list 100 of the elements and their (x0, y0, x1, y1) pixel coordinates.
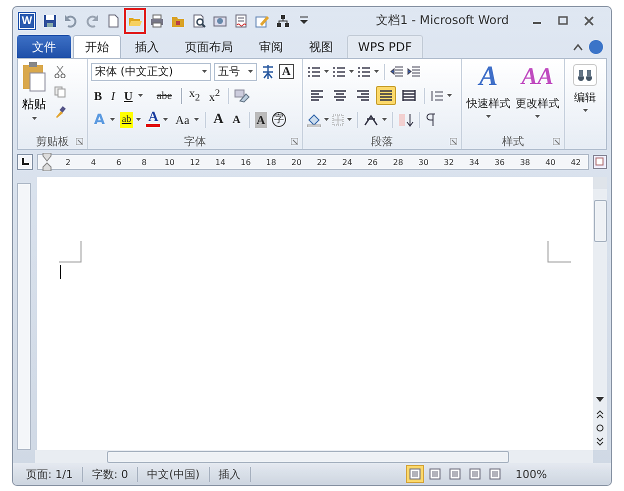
scroll-thumb[interactable] (594, 200, 606, 242)
view-button[interactable] (406, 465, 424, 483)
caret-icon[interactable] (382, 118, 387, 121)
format-button[interactable]: x$_{2}$ (186, 84, 203, 106)
decrease-indent-icon[interactable] (390, 66, 404, 78)
format-button[interactable]: 字 (271, 112, 288, 127)
align-lines-icon (310, 89, 324, 102)
collapse-ribbon-icon[interactable] (573, 43, 583, 51)
format-button[interactable]: A (205, 112, 227, 128)
ribbon-tab[interactable]: WPS PDF (347, 35, 423, 58)
status-item[interactable]: 字数: 0 (82, 466, 138, 482)
numbered-list-icon[interactable] (332, 66, 346, 78)
close-icon[interactable] (583, 16, 595, 26)
ruler-number: 32 (442, 158, 455, 166)
caret-icon[interactable] (349, 70, 354, 73)
caret-icon[interactable] (32, 117, 36, 120)
caret-icon[interactable] (447, 94, 452, 97)
scissors-icon[interactable] (54, 66, 66, 78)
ribbon-tab[interactable]: 开始 (73, 35, 121, 58)
open-folder-button[interactable] (124, 8, 146, 34)
hierarchy-chart-icon (276, 14, 290, 28)
font-size-dropdown[interactable]: 五号 (214, 62, 257, 80)
paste-button[interactable]: 粘贴 (22, 62, 46, 131)
caret-icon[interactable] (486, 115, 491, 118)
dialog-launcher-icon[interactable] (76, 138, 83, 145)
help-icon[interactable] (589, 40, 603, 54)
ribbon-tab[interactable]: 文件 (17, 35, 71, 58)
ruler-number: 16 (240, 158, 252, 166)
ribbon-tab[interactable]: 视图 (297, 35, 345, 58)
spelling-page-icon (234, 14, 248, 28)
redo-arrow-icon (85, 14, 99, 28)
binoculars-icon (573, 64, 597, 86)
caret-icon[interactable] (347, 118, 352, 121)
format-button[interactable]: U (121, 88, 144, 104)
dialog-launcher-icon[interactable] (553, 138, 560, 145)
copy-pages-icon[interactable] (54, 86, 66, 98)
ruler-number: 30 (417, 158, 430, 166)
ruler-number: 14 (214, 158, 226, 166)
increase-indent-icon[interactable] (407, 66, 421, 78)
horizontal-scroll-thumb[interactable] (107, 450, 509, 462)
ruler-number: 24 (341, 158, 354, 166)
ribbon-tab[interactable]: 审阅 (247, 35, 295, 58)
format-button[interactable]: abe (146, 88, 183, 104)
caret-icon[interactable] (324, 118, 329, 121)
paragraph-mark-icon[interactable] (425, 112, 437, 126)
status-item[interactable]: 页面: 1/1 (17, 466, 83, 482)
ribbon-tab[interactable]: 页面布局 (173, 35, 245, 58)
style-button[interactable]: A 快速样式 (466, 62, 512, 131)
ruler-number: 36 (494, 158, 506, 166)
paintbrush-icon[interactable] (54, 106, 66, 118)
blank-page-icon (106, 14, 120, 28)
phonetic-guide-icon[interactable] (260, 64, 276, 80)
format-button[interactable]: B (91, 88, 106, 104)
view-layout-icon (428, 468, 441, 480)
ruler-number: 42 (570, 158, 582, 166)
format-button[interactable]: Aa (172, 112, 200, 128)
crop-mark-icon (547, 241, 571, 263)
ruler-number: 10 (163, 158, 176, 166)
status-item[interactable]: 中文(中国) (138, 466, 210, 482)
sort-az-icon[interactable] (398, 112, 414, 126)
editing-button[interactable]: 编辑 (572, 62, 598, 146)
style-button[interactable]: AA 更改样式 (514, 62, 560, 131)
caret-icon (163, 118, 168, 121)
align-lines-icon (333, 89, 347, 102)
caret-icon[interactable] (202, 70, 207, 73)
zoom-level[interactable]: 100% (516, 468, 547, 480)
character-border-button[interactable]: A (279, 64, 294, 79)
paint-bucket-icon[interactable] (307, 112, 321, 126)
line-spacing-icon[interactable] (430, 90, 444, 102)
caret-icon[interactable] (582, 109, 588, 112)
asian-layout-icon[interactable] (363, 114, 379, 126)
ruler-toggle-icon[interactable] (593, 155, 607, 169)
caret-icon[interactable] (374, 70, 379, 73)
caret-icon[interactable] (248, 70, 253, 73)
tab-selector[interactable] (17, 154, 33, 170)
view-layout-icon (448, 468, 461, 480)
clear-format-icon[interactable] (234, 88, 250, 102)
dialog-launcher-icon[interactable] (291, 138, 298, 145)
format-button[interactable]: I (108, 88, 118, 104)
format-button[interactable]: A (230, 112, 244, 128)
indent-marker-icon[interactable] (42, 153, 52, 171)
caret-icon (138, 94, 143, 97)
align-button[interactable] (376, 86, 396, 105)
multilevel-list-icon[interactable] (357, 66, 371, 78)
caret-icon[interactable] (535, 115, 540, 118)
font-name-dropdown[interactable]: 宋体 (中文正文) (91, 62, 211, 80)
bullet-list-icon[interactable] (307, 66, 321, 78)
caret-icon (110, 118, 115, 121)
view-layout-icon (468, 468, 481, 480)
word-logo[interactable]: W (19, 12, 35, 28)
format-button[interactable]: A (145, 112, 170, 127)
status-item[interactable]: 插入 (210, 466, 251, 482)
window-title: 文档1 - Microsoft Word (375, 12, 510, 29)
ribbon-tab[interactable]: 插入 (123, 35, 171, 58)
ruler-number: 34 (468, 158, 480, 166)
format-button[interactable]: x$^{2}$ (206, 86, 223, 105)
maximize-icon[interactable] (557, 16, 569, 26)
text-cursor (60, 265, 61, 279)
dialog-launcher-icon[interactable] (450, 138, 457, 145)
caret-icon[interactable] (324, 70, 329, 73)
